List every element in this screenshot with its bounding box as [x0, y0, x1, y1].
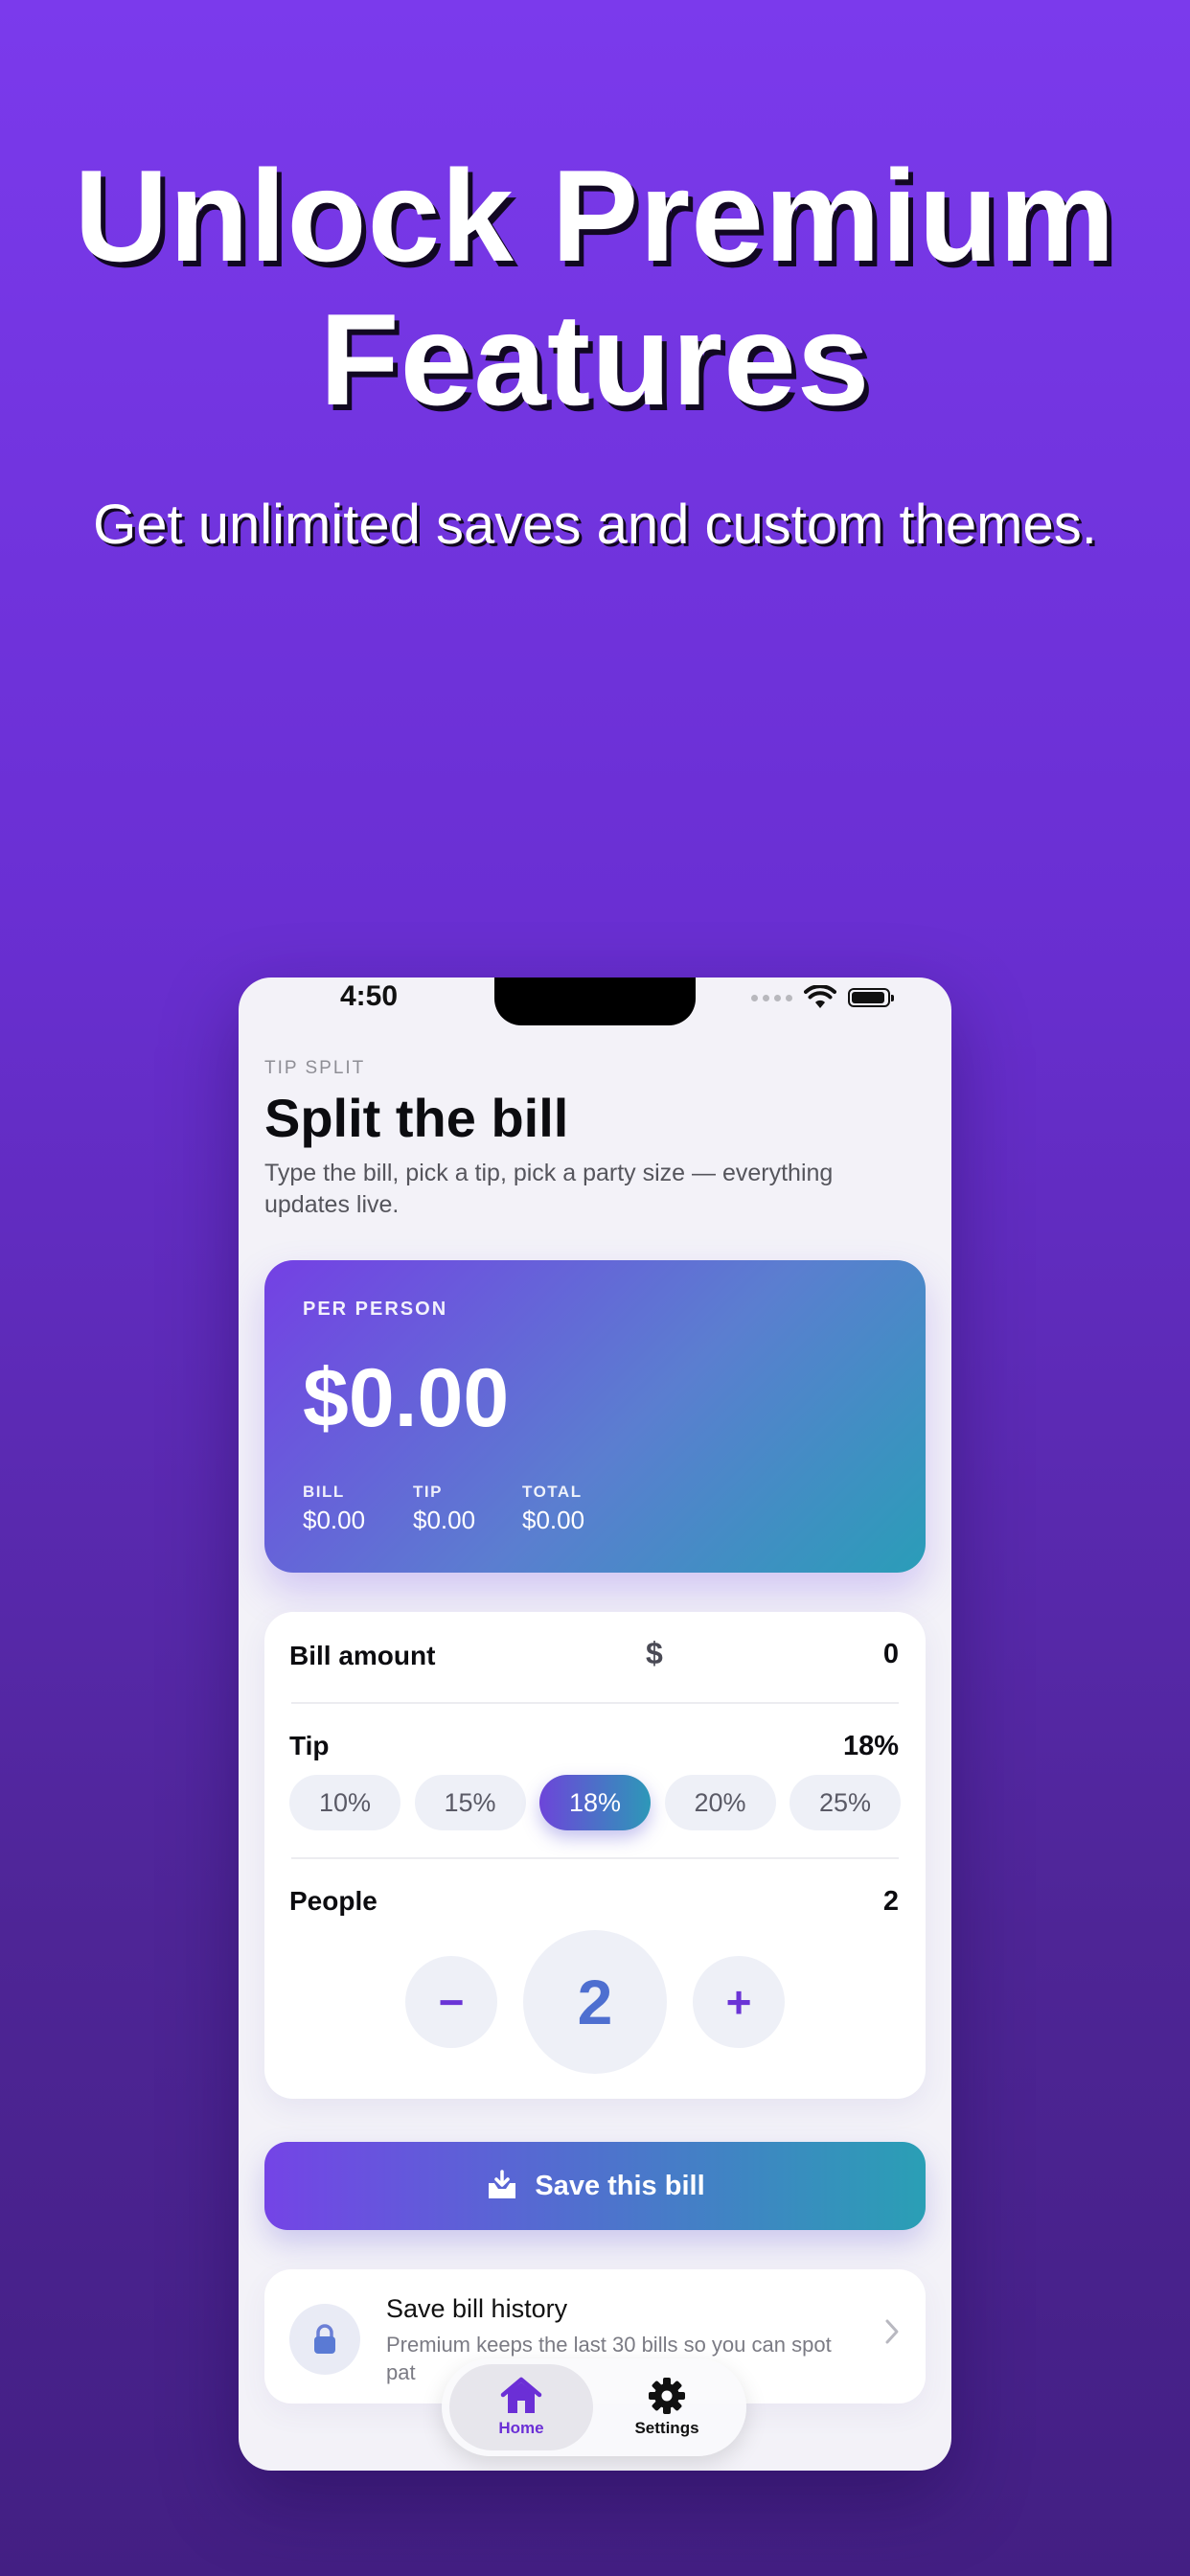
bill-stat-value: $0.00	[303, 1506, 366, 1534]
bill-stat: BILL $0.00	[303, 1483, 365, 1535]
tray-download-icon	[489, 2170, 516, 2198]
divider	[291, 1857, 899, 1859]
divider	[291, 1702, 899, 1704]
wifi-icon	[804, 985, 836, 1008]
house-icon	[500, 2377, 542, 2413]
headline-line-2: Features	[319, 287, 871, 432]
page-title: Split the bill	[264, 1088, 569, 1148]
save-bill-button[interactable]: Save this bill	[264, 2142, 926, 2230]
marketing-headline: Unlock Premium Features	[0, 144, 1190, 431]
cellular-signal-icon	[751, 994, 792, 1001]
headline-line-1: Unlock Premium	[74, 143, 1116, 288]
increment-people-button[interactable]: +	[693, 1956, 785, 2048]
people-value: 2	[882, 1886, 899, 1917]
tip-value: 18%	[842, 1731, 899, 1761]
tip-stat-value: $0.00	[413, 1506, 476, 1534]
decrement-people-button[interactable]: −	[405, 1956, 497, 2048]
status-icons	[751, 983, 894, 1012]
total-stat-label: TOTAL	[522, 1483, 583, 1501]
bill-amount-label: Bill amount	[289, 1641, 436, 1670]
phone-screen: 4:50 TIP SPLIT Split the bill Type the b…	[239, 978, 951, 2471]
lock-icon	[314, 2324, 335, 2354]
tip-option-25[interactable]: 25%	[790, 1775, 901, 1830]
lock-icon-badge	[289, 2304, 360, 2375]
gear-icon	[649, 2378, 685, 2414]
save-bill-label: Save this bill	[535, 2170, 705, 2201]
currency-symbol: $	[646, 1636, 663, 1670]
tip-stat-label: TIP	[413, 1483, 443, 1501]
tab-home-label: Home	[498, 2419, 544, 2437]
bill-amount-input[interactable]: 0	[883, 1639, 899, 1670]
tab-bar: Home Settings	[442, 2358, 746, 2456]
premium-row-title: Save bill history	[386, 2294, 568, 2323]
per-person-amount: $0.00	[303, 1352, 510, 1444]
bill-stat-label: BILL	[303, 1483, 345, 1501]
page-description: Type the bill, pick a tip, pick a party …	[264, 1160, 834, 1218]
people-label: People	[289, 1886, 378, 1916]
tab-settings-label: Settings	[634, 2419, 699, 2437]
total-stat: TOTAL $0.00	[522, 1483, 584, 1535]
per-person-summary-card: PER PERSON $0.00 BILL $0.00 TIP $0.00 TO…	[264, 1260, 926, 1573]
tip-option-20[interactable]: 20%	[664, 1775, 776, 1830]
marketing-subhead: Get unlimited saves and custom themes.	[93, 494, 1097, 556]
tip-option-15[interactable]: 15%	[414, 1775, 526, 1830]
people-count-display: 2	[523, 1930, 667, 2074]
status-time: 4:50	[340, 980, 399, 1012]
total-stat-value: $0.00	[522, 1506, 585, 1534]
bill-form-card: Bill amount $ 0 Tip 18% 10% 15% 18% 20% …	[264, 1612, 926, 2099]
app-eyebrow: TIP SPLIT	[264, 1058, 366, 1078]
tip-stat: TIP $0.00	[413, 1483, 475, 1535]
battery-icon	[848, 988, 894, 1007]
tip-options: 10% 15% 18% 20% 25%	[289, 1775, 901, 1830]
tip-option-10[interactable]: 10%	[289, 1775, 400, 1830]
tab-home[interactable]: Home	[449, 2364, 593, 2450]
dynamic-island	[494, 978, 696, 1025]
tab-settings[interactable]: Settings	[595, 2364, 739, 2450]
per-person-label: PER PERSON	[303, 1299, 448, 1320]
tip-option-18[interactable]: 18%	[539, 1775, 651, 1830]
chevron-right-icon	[885, 2319, 899, 2344]
tip-label: Tip	[289, 1731, 330, 1760]
